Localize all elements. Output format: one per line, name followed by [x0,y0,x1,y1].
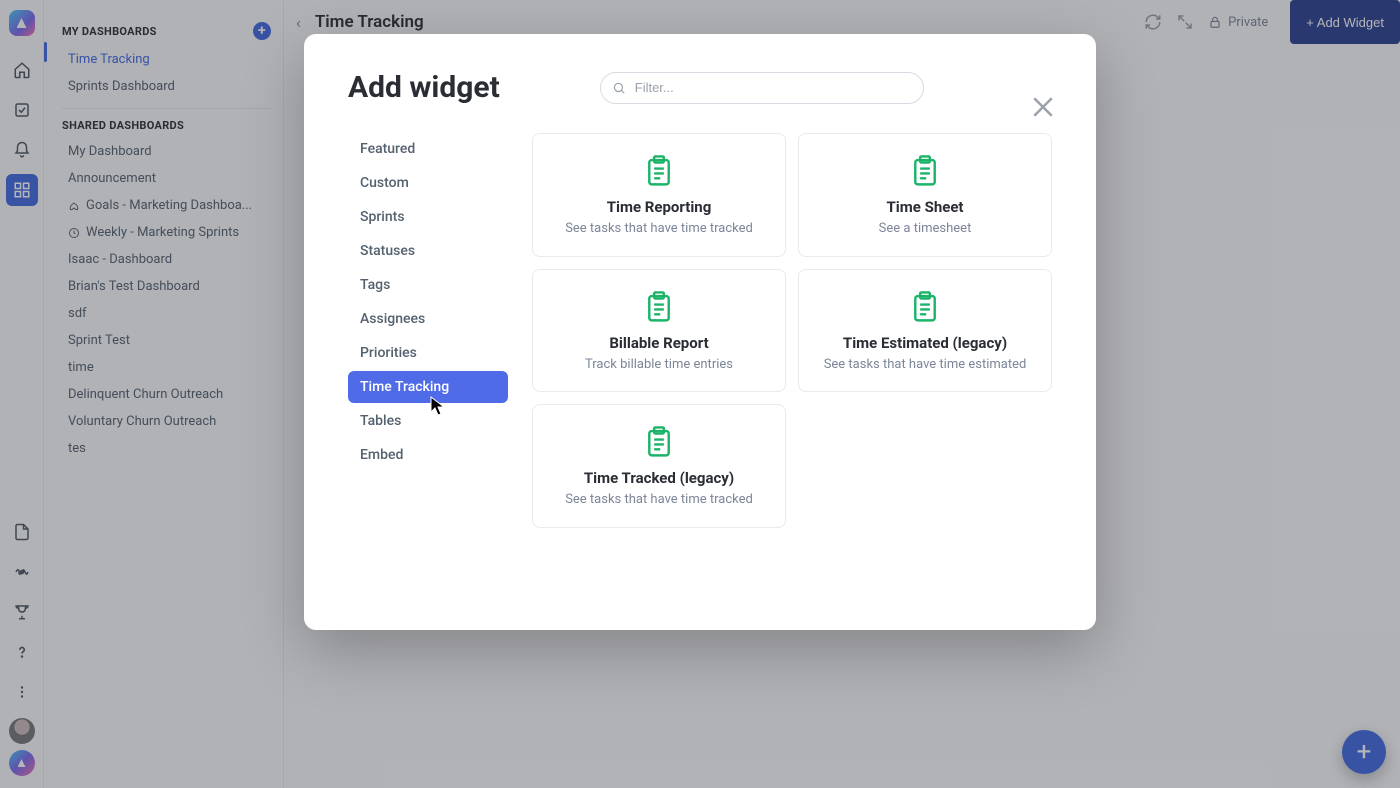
category-time-tracking[interactable]: Time Tracking [348,371,508,403]
widget-desc: See tasks that have time tracked [565,491,753,509]
widget-title: Time Estimated (legacy) [843,334,1007,352]
add-widget-modal: Add widget Featured Custom Sprints Statu… [304,34,1096,630]
widget-grid: Time Reporting See tasks that have time … [532,133,1052,600]
category-tables[interactable]: Tables [348,405,508,437]
category-tags[interactable]: Tags [348,269,508,301]
category-assignees[interactable]: Assignees [348,303,508,335]
widget-desc: Track billable time entries [585,356,733,374]
widget-card-time-sheet[interactable]: Time Sheet See a timesheet [798,133,1052,257]
clipboard-icon [910,154,940,188]
widget-card-billable-report[interactable]: Billable Report Track billable time entr… [532,269,786,393]
widget-title: Time Reporting [607,198,712,216]
modal-close-button[interactable] [1028,92,1058,126]
clipboard-icon [644,290,674,324]
widget-filter-input[interactable] [600,72,924,104]
widget-card-time-tracked-legacy[interactable]: Time Tracked (legacy) See tasks that hav… [532,404,786,528]
widget-desc: See tasks that have time estimated [824,356,1027,374]
category-sprints[interactable]: Sprints [348,201,508,233]
category-embed[interactable]: Embed [348,439,508,471]
widget-category-list: Featured Custom Sprints Statuses Tags As… [348,133,508,600]
widget-desc: See a timesheet [879,220,972,238]
category-priorities[interactable]: Priorities [348,337,508,369]
widget-title: Time Tracked (legacy) [584,469,734,487]
clipboard-icon [644,425,674,459]
widget-title: Time Sheet [887,198,964,216]
widget-card-time-estimated-legacy[interactable]: Time Estimated (legacy) See tasks that h… [798,269,1052,393]
modal-title: Add widget [348,70,500,105]
widget-desc: See tasks that have time tracked [565,220,753,238]
search-icon [612,80,626,99]
clipboard-icon [644,154,674,188]
category-custom[interactable]: Custom [348,167,508,199]
widget-card-time-reporting[interactable]: Time Reporting See tasks that have time … [532,133,786,257]
category-statuses[interactable]: Statuses [348,235,508,267]
clipboard-icon [910,290,940,324]
widget-title: Billable Report [609,334,708,352]
category-featured[interactable]: Featured [348,133,508,165]
